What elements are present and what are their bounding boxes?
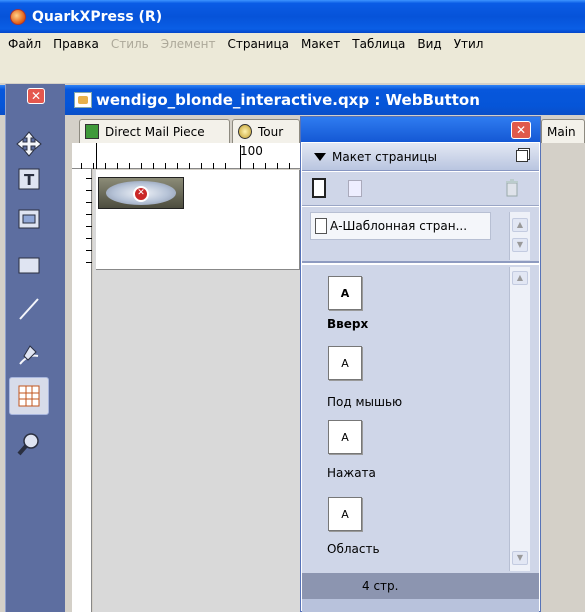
move-icon xyxy=(16,131,42,157)
rectangle-box-tool-button[interactable] xyxy=(9,246,49,284)
line-icon xyxy=(19,298,39,320)
pen-tool-button[interactable] xyxy=(9,336,49,374)
blank-single-page-icon[interactable] xyxy=(312,178,326,198)
master-scrollbar[interactable]: ▲ ▼ xyxy=(509,212,530,260)
web-button-close-icon: ✕ xyxy=(133,186,149,202)
page-thumbnail[interactable]: A xyxy=(328,497,362,531)
vertical-ruler[interactable] xyxy=(72,169,92,612)
table-tool-button[interactable] xyxy=(9,377,49,415)
document-title: wendigo_blonde_interactive.qxp : WebButt… xyxy=(96,91,480,109)
master-page-icon xyxy=(315,218,327,234)
text-content-icon: T xyxy=(18,168,40,190)
page-label: Область xyxy=(327,542,380,556)
toolbox-close-icon[interactable]: ✕ xyxy=(27,88,45,104)
delete-page-icon[interactable] xyxy=(505,179,519,197)
menu-table[interactable]: Таблица xyxy=(346,37,411,51)
scroll-down-icon[interactable]: ▼ xyxy=(512,551,528,565)
tab-direct-mail-piece[interactable]: Direct Mail Piece xyxy=(79,119,230,143)
master-page-item[interactable]: А-Шаблонная стран... xyxy=(310,212,491,240)
picture-content-icon xyxy=(18,209,40,229)
page-label: Нажата xyxy=(327,466,376,480)
menu-page[interactable]: Страница xyxy=(221,37,295,51)
app-title-bar: QuarkXPress (R) xyxy=(0,0,585,33)
ruler-mark-label: 100 xyxy=(240,144,263,158)
palette-header[interactable]: Макет страницы xyxy=(302,143,539,171)
menu-file[interactable]: Файл xyxy=(2,37,47,51)
layout-tab-icon xyxy=(85,124,99,139)
menu-bar: Файл Правка Стиль Элемент Страница Макет… xyxy=(0,33,585,55)
page-thumbnail[interactable]: A xyxy=(328,420,362,454)
quark-logo-icon xyxy=(10,8,26,25)
scroll-up-icon[interactable]: ▲ xyxy=(512,218,528,232)
palette-bottom-edge xyxy=(302,599,539,612)
pen-bezier-icon xyxy=(19,345,39,365)
document-title-bar[interactable]: wendigo_blonde_interactive.qxp : WebButt… xyxy=(0,85,585,115)
rectangle-box-icon xyxy=(18,257,40,274)
horizontal-ruler[interactable]: 100 xyxy=(72,143,300,169)
palette-title-bar[interactable] xyxy=(301,117,540,142)
menu-style[interactable]: Стиль xyxy=(105,37,155,51)
svg-text:T: T xyxy=(24,171,35,189)
page-count-footer: 4 стр. xyxy=(302,573,539,599)
menu-edit[interactable]: Правка xyxy=(47,37,105,51)
menu-utilities[interactable]: Утил xyxy=(448,37,490,51)
menu-item[interactable]: Элемент xyxy=(155,37,222,51)
document-icon xyxy=(74,92,92,108)
app-title: QuarkXPress (R) xyxy=(32,8,163,25)
palette-menu-icon[interactable] xyxy=(516,150,528,162)
menu-layout[interactable]: Макет xyxy=(295,37,346,51)
page-label: Под мышью xyxy=(327,395,403,409)
line-tool-button[interactable] xyxy=(9,290,49,328)
table-icon xyxy=(18,385,40,407)
scroll-up-icon[interactable]: ▲ xyxy=(512,271,528,285)
zoom-icon xyxy=(17,433,39,456)
palette-title: Макет страницы xyxy=(332,149,437,164)
interactive-layout-icon xyxy=(238,124,252,139)
page-label: Вверх xyxy=(327,317,369,331)
palette-toolbar xyxy=(302,172,539,206)
menu-view[interactable]: Вид xyxy=(411,37,447,51)
scroll-down-icon[interactable]: ▼ xyxy=(512,238,528,252)
pages-scrollbar[interactable]: ▲ ▼ xyxy=(509,267,530,571)
tab-main[interactable]: Main xyxy=(541,119,585,143)
text-content-tool-button[interactable]: T xyxy=(9,160,49,198)
blank-facing-page-icon[interactable] xyxy=(348,180,362,197)
tab-tour[interactable]: Tour xyxy=(232,119,300,143)
palette-close-icon[interactable]: ✕ xyxy=(511,121,531,139)
page-thumbnail[interactable]: A xyxy=(328,276,362,310)
page-thumbnail[interactable]: A xyxy=(328,346,362,380)
zoom-tool-button[interactable] xyxy=(9,425,49,463)
move-tool-button[interactable] xyxy=(9,125,49,163)
collapse-triangle-icon[interactable] xyxy=(314,152,326,161)
picture-content-tool-button[interactable] xyxy=(9,200,49,238)
